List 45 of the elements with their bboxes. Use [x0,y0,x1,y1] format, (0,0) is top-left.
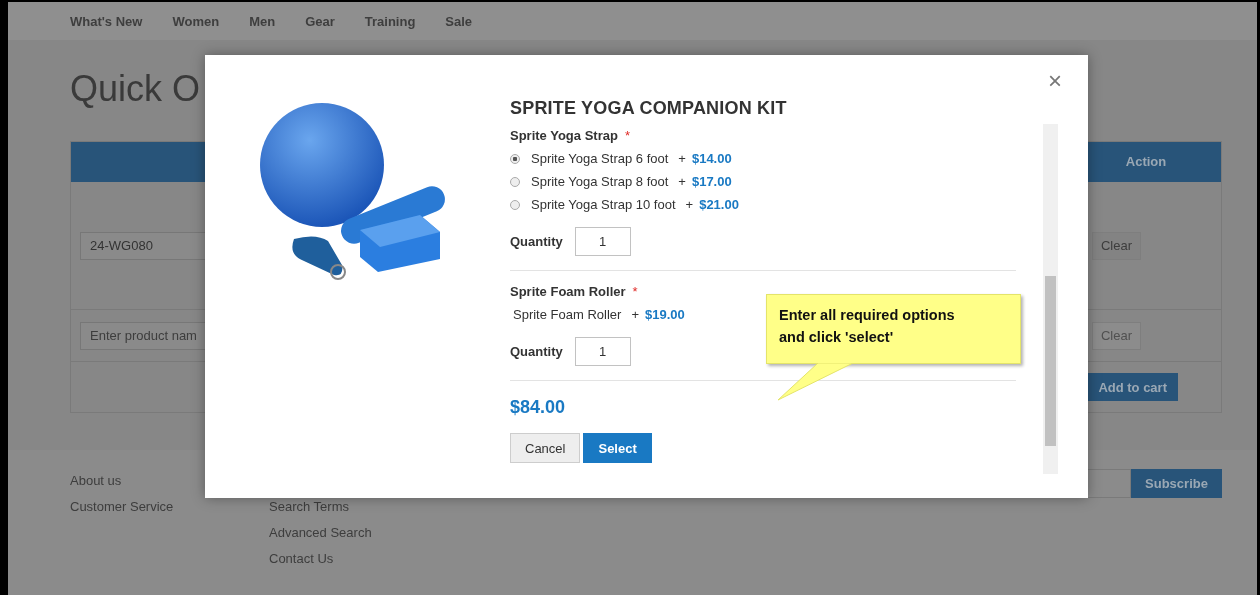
radio-button[interactable] [510,199,520,210]
scrollbar[interactable] [1043,124,1058,474]
nav-link[interactable]: What's New [70,13,143,29]
choice-label[interactable]: Sprite Yoga Strap 6 foot [531,151,669,166]
price-prefix: + [685,197,694,212]
nav-link[interactable]: Sale [445,13,473,29]
clear-button[interactable]: Clear [1091,231,1141,260]
cancel-button[interactable]: Cancel [510,433,581,463]
product-title: SPRITE YOGA COMPANION KIT [510,97,788,120]
option-price: $14.00 [691,151,732,166]
footer-link[interactable]: Advanced Search [269,520,372,546]
add-to-cart-button[interactable]: Add to cart [1087,373,1178,401]
option-price: $19.00 [644,307,685,322]
quantity-label: Quantity [510,233,563,249]
footer-link[interactable]: Search Terms [269,494,349,520]
choice-label: Sprite Foam Roller [512,307,622,322]
nav-link[interactable]: Gear [305,13,335,29]
price-prefix: + [631,307,639,322]
footer-link[interactable]: Customer Service [70,494,174,520]
option-price: $17.00 [691,174,732,189]
price-prefix: + [678,151,686,166]
required-mark: * [624,127,630,145]
choice-label[interactable]: Sprite Yoga Strap 8 foot [531,174,669,189]
radio-button[interactable] [510,176,520,187]
option-label: Sprite Yoga Strap [510,127,618,145]
close-button[interactable]: × [1048,69,1062,93]
footer-link[interactable]: Contact Us [269,546,334,572]
nav-link[interactable]: Training [364,13,416,29]
column-header: Action [1124,153,1168,171]
quantity-field[interactable]: 1 [574,226,631,256]
radio-button[interactable] [510,153,520,164]
option-label: Sprite Foam Roller [510,283,626,301]
required-mark: * [632,283,638,301]
option-price: $21.00 [699,197,739,212]
price-prefix: + [678,174,686,189]
quantity-field[interactable]: 1 [574,336,631,366]
total-price: $84.00 [510,396,567,419]
nav-link[interactable]: Men [249,13,276,29]
page-title: Quick O [70,67,201,111]
footer-link[interactable]: About us [70,468,122,494]
nav-link[interactable]: Women [172,13,220,29]
subscribe-button[interactable]: Subscribe [1131,469,1222,498]
quantity-label: Quantity [510,343,563,359]
select-button[interactable]: Select [583,433,652,463]
choice-label[interactable]: Sprite Yoga Strap 10 foot [531,197,676,212]
